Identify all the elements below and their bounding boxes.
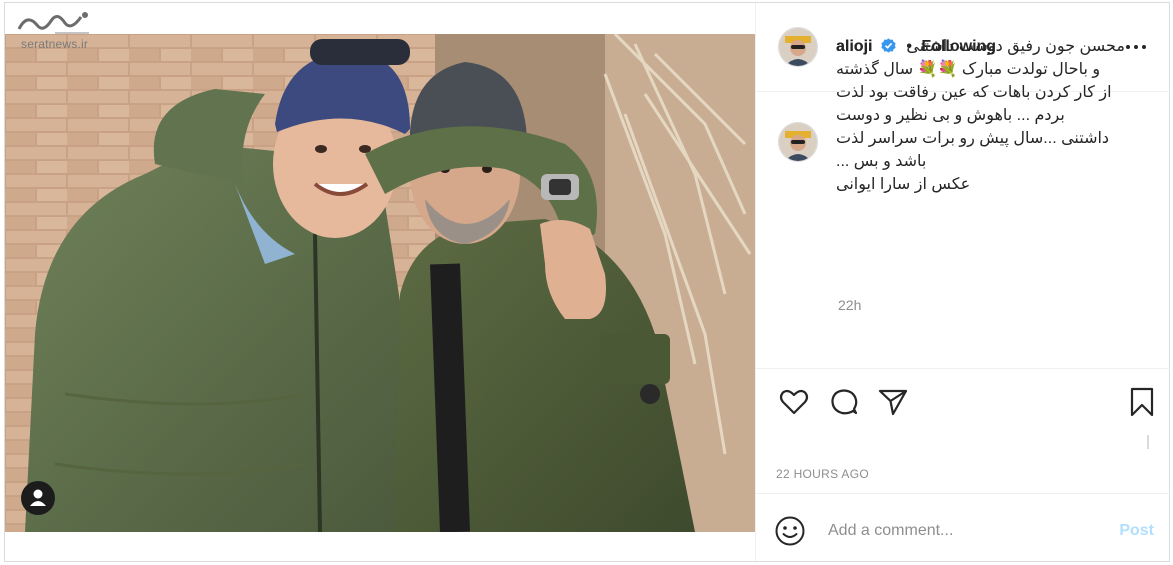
photo-illustration	[5, 34, 756, 532]
emoji-smile-icon[interactable]	[774, 515, 806, 547]
person-icon	[30, 489, 46, 506]
post-photo[interactable]	[5, 34, 756, 532]
verified-badge-icon	[881, 38, 896, 53]
post-date[interactable]: 22 HOURS AGO	[776, 467, 869, 481]
action-bar	[756, 373, 1170, 443]
comment-bar: Post	[756, 493, 1170, 562]
bookmark-icon[interactable]	[1126, 386, 1158, 418]
caption-line-4: بردم ... باهوش و بی نظیر و دوست	[836, 107, 1065, 124]
caption-first-line: alioji محسن جون رفیق دوست داشتنی	[836, 35, 1136, 58]
watermark-logo-icon	[17, 12, 89, 34]
comment-bubble-icon[interactable]	[828, 386, 860, 418]
caption-username[interactable]: alioji	[836, 38, 872, 55]
paper-plane-icon[interactable]	[877, 386, 909, 418]
instagram-post: seratnews.ir alioji • Following alioji م…	[4, 2, 1170, 562]
caption-line-2: و باحال تولدت مبارک 💐💐 سال گذشته	[836, 61, 1101, 78]
author-avatar[interactable]	[778, 27, 818, 67]
post-photo-area[interactable]: seratnews.ir	[5, 3, 756, 561]
heart-icon[interactable]	[778, 386, 810, 418]
post-sidebar: alioji • Following alioji محسن جون رفیق …	[755, 3, 1170, 561]
caption-time-ago[interactable]: 22h	[838, 297, 861, 313]
caption-line-5: داشتنی ...سال پیش رو برات سراسر لذت	[836, 130, 1110, 147]
tagged-users-button[interactable]	[21, 481, 55, 515]
post-comment-button[interactable]: Post	[1119, 522, 1154, 540]
scroll-indicator[interactable]	[1147, 435, 1149, 449]
caption-line-6: باشد و بس ...	[836, 153, 927, 170]
caption-line-7: عکس از سارا ایوانی	[836, 176, 971, 193]
avatar-image	[779, 28, 817, 66]
comment-input[interactable]	[826, 518, 1100, 544]
caption-line-1: محسن جون رفیق دوست داشتنی	[906, 38, 1125, 55]
caption-line-3: از کار کردن باهات که عین رفاقت بود لذت	[836, 84, 1112, 101]
site-watermark: seratnews.ir	[15, 7, 125, 55]
caption-author-avatar[interactable]	[778, 122, 818, 162]
avatar-image	[779, 123, 817, 161]
watermark-site-text: seratnews.ir	[21, 37, 89, 51]
caption-text: alioji محسن جون رفیق دوست داشتنی و باحال…	[836, 35, 1136, 196]
